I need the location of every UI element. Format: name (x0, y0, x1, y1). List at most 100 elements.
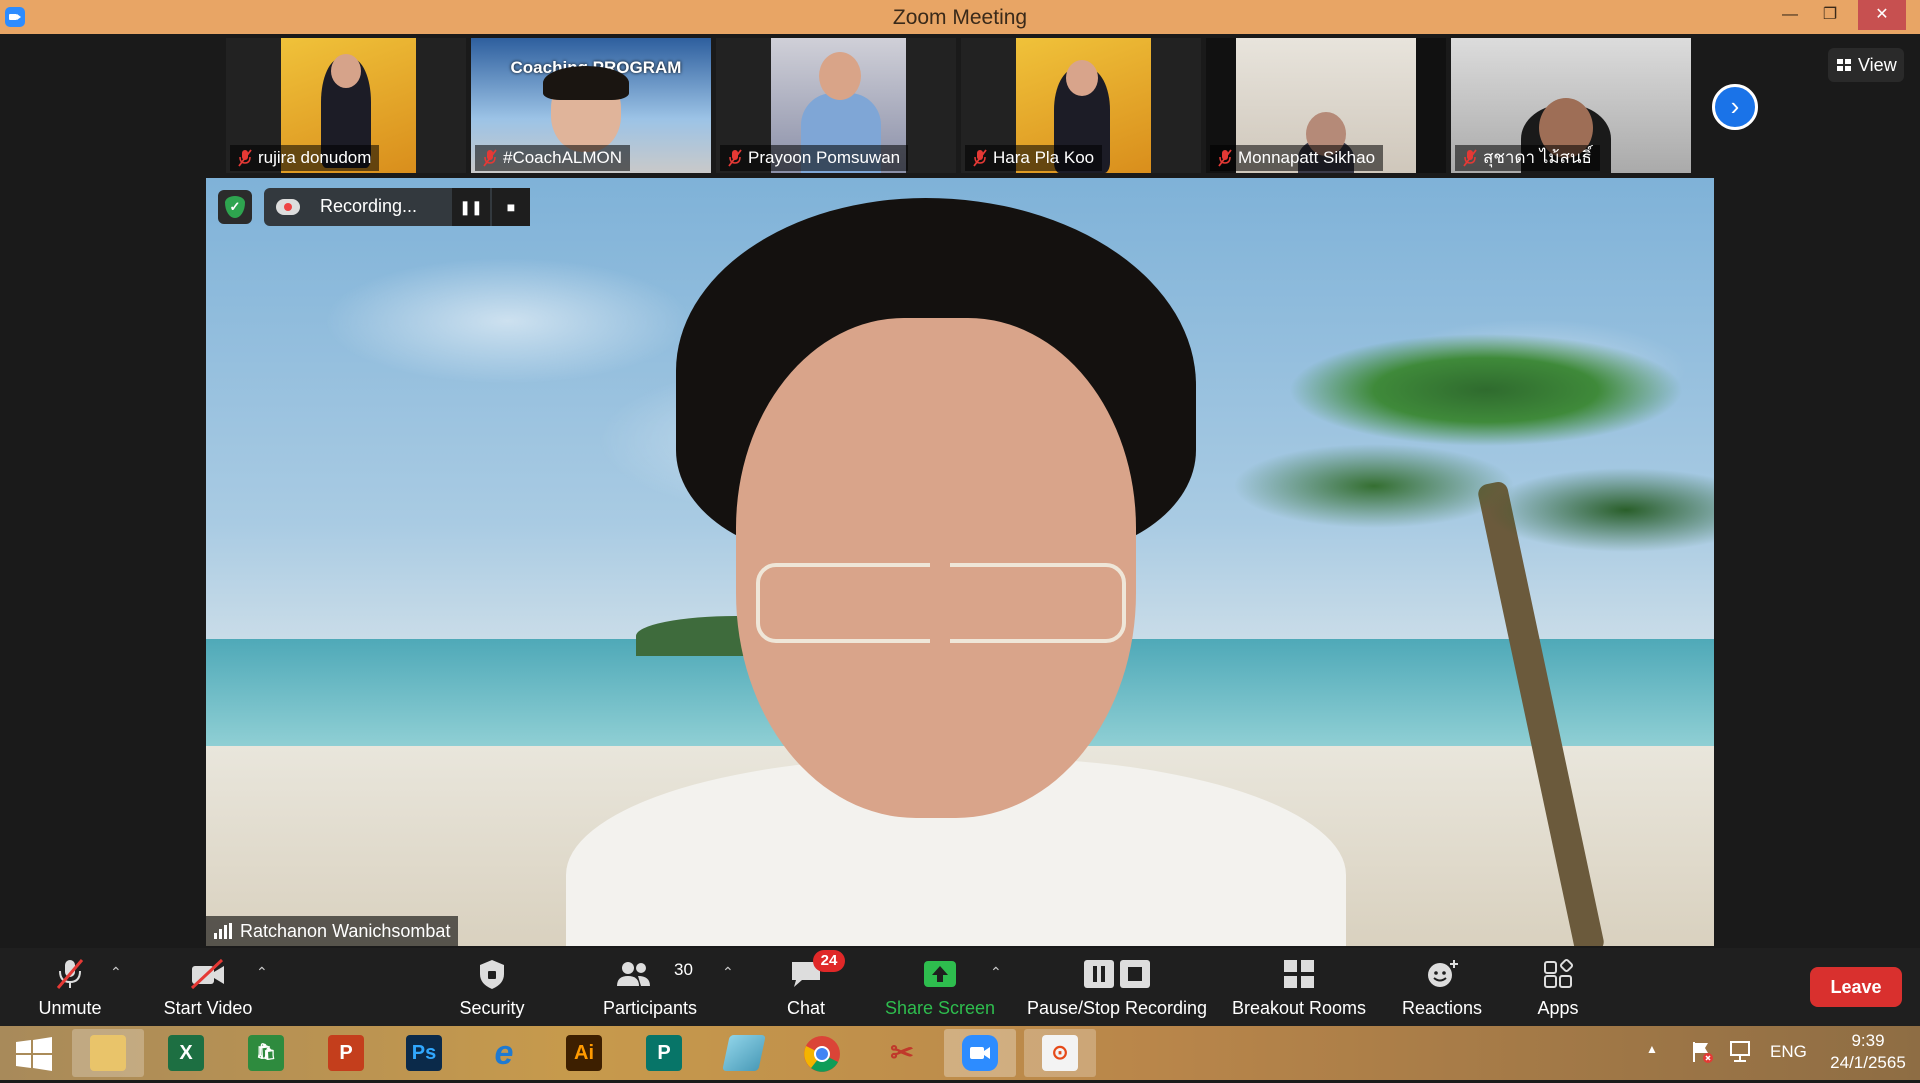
show-hidden-icons-button[interactable]: ▲ (1646, 1042, 1658, 1056)
start-button[interactable] (0, 1029, 72, 1077)
participant-name: rujira donudom (258, 148, 372, 167)
participant-tile[interactable]: สุชาดา ไม้สนธิ์ (1451, 38, 1691, 173)
speaker-name-label: Ratchanon Wanichsombat (206, 916, 459, 946)
windows-taskbar: X 🛍 P Ps e Ai P ✂ ⊙ ▲ ENG 9:39 24/1/2565 (0, 1026, 1920, 1080)
participant-name-label: rujira donudom (230, 145, 380, 171)
participant-name-label: #CoachALMON (475, 145, 631, 171)
taskbar-app-snipping-tool[interactable]: ✂ (866, 1029, 938, 1077)
encryption-badge[interactable]: ✓ (218, 190, 252, 224)
zoom-icon (962, 1035, 998, 1071)
participant-name-label: สุชาดา ไม้สนธิ์ (1455, 145, 1600, 171)
language-indicator[interactable]: ENG (1770, 1042, 1807, 1062)
taskbar-app-chrome[interactable] (786, 1029, 858, 1077)
stop-recording-button[interactable]: ■ (492, 188, 530, 226)
office-icon: ⊙ (1042, 1035, 1078, 1071)
taskbar-app-photoshop[interactable]: Ps (388, 1029, 460, 1077)
share-screen-icon (924, 961, 956, 987)
taskbar-app-store[interactable]: 🛍 (230, 1029, 302, 1077)
active-speaker-video: ✓ Recording... ❚❚ ■ Ratchanon Wanichsomb… (206, 178, 1714, 946)
security-label: Security (459, 998, 525, 1018)
restore-button[interactable]: ❐ (1810, 0, 1850, 30)
participants-options-caret[interactable]: ⌃ (722, 964, 734, 981)
share-screen-label: Share Screen (884, 998, 996, 1018)
view-button[interactable]: View (1828, 48, 1904, 82)
internet-explorer-icon: e (494, 1034, 514, 1072)
participant-tile[interactable]: Hara Pla Koo (961, 38, 1201, 173)
security-button[interactable]: Security (442, 948, 542, 1026)
participant-name-label: Monnapatt Sikhao (1210, 145, 1384, 171)
clock-date: 24/1/2565 (1830, 1053, 1906, 1072)
meeting-stage: rujira donudom Coaching PROGRAM #CoachAL… (0, 34, 1920, 948)
mic-off-icon (1218, 149, 1232, 167)
apps-icon (1544, 958, 1574, 988)
powerpoint-icon: P (328, 1035, 364, 1071)
next-page-arrow-button[interactable]: › (1712, 84, 1758, 130)
excel-icon: X (168, 1035, 204, 1071)
participants-label: Participants (602, 998, 698, 1018)
leave-button[interactable]: Leave (1810, 967, 1902, 1007)
unmute-label: Unmute (38, 998, 102, 1018)
pause-stop-recording-button[interactable]: Pause/Stop Recording (1020, 948, 1214, 1026)
background-palm-leaves (1206, 198, 1714, 678)
start-video-label: Start Video (163, 998, 253, 1018)
clock-time: 9:39 (1851, 1031, 1885, 1050)
participant-tile[interactable]: Monnapatt Sikhao (1206, 38, 1446, 173)
chrome-icon (804, 1036, 840, 1072)
system-clock[interactable]: 9:39 24/1/2565 (1818, 1030, 1918, 1074)
folder-icon (90, 1035, 126, 1071)
audio-options-caret[interactable]: ⌃ (110, 964, 122, 981)
file-explorer-button[interactable] (72, 1029, 144, 1077)
windows-logo-icon (16, 1037, 52, 1071)
reactions-label: Reactions (1401, 998, 1483, 1018)
share-options-caret[interactable]: ⌃ (990, 964, 1002, 981)
minimize-button[interactable]: — (1770, 0, 1810, 30)
unmute-button[interactable]: Unmute (20, 948, 120, 1026)
tablet-app-icon (722, 1035, 766, 1071)
participant-name: Hara Pla Koo (993, 148, 1095, 167)
participants-icon (616, 962, 650, 986)
taskbar-app-illustrator[interactable]: Ai (548, 1029, 620, 1077)
apps-button[interactable]: Apps (1520, 948, 1596, 1026)
pause-stop-icon (1084, 960, 1150, 988)
meeting-toolbar: Unmute ⌃ Start Video ⌃ Security Particip… (0, 948, 1920, 1026)
participant-tile[interactable]: rujira donudom (226, 38, 466, 173)
participant-name: สุชาดา ไม้สนธิ์ (1483, 148, 1592, 167)
illustrator-icon: Ai (566, 1035, 602, 1071)
video-options-caret[interactable]: ⌃ (256, 964, 268, 981)
share-screen-button[interactable]: Share Screen (878, 948, 1002, 1026)
taskbar-app-publisher[interactable]: P (628, 1029, 700, 1077)
taskbar-app-office[interactable]: ⊙ (1024, 1029, 1096, 1077)
chat-label: Chat (786, 998, 826, 1018)
reactions-button[interactable]: Reactions (1392, 948, 1492, 1026)
mic-muted-icon (56, 959, 84, 989)
view-label: View (1858, 55, 1897, 75)
participant-tile[interactable]: Coaching PROGRAM #CoachALMON (471, 38, 711, 173)
taskbar-app-zoom[interactable] (944, 1029, 1016, 1077)
breakout-rooms-button[interactable]: Breakout Rooms (1226, 948, 1372, 1026)
taskbar-app-excel[interactable]: X (150, 1029, 222, 1077)
chat-unread-badge: 24 (813, 950, 845, 972)
recording-status: Recording... (320, 196, 418, 216)
taskbar-app-tablet[interactable] (708, 1029, 780, 1077)
participant-tile[interactable]: Prayoon Pomsuwan (716, 38, 956, 173)
start-video-button[interactable]: Start Video (150, 948, 266, 1026)
mic-off-icon (238, 149, 252, 167)
participant-name: Monnapatt Sikhao (1238, 148, 1376, 167)
pause-recording-button[interactable]: ❚❚ (452, 188, 490, 226)
apps-label: Apps (1537, 998, 1579, 1018)
mic-off-icon (1463, 149, 1477, 167)
scissors-icon: ✂ (890, 1037, 914, 1068)
close-button[interactable]: ✕ (1858, 0, 1906, 30)
action-center-flag-icon[interactable] (1690, 1040, 1714, 1064)
title-bar: Zoom Meeting — ❐ ✕ (0, 0, 1920, 34)
speaker-name: Ratchanon Wanichsombat (240, 921, 451, 941)
taskbar-app-powerpoint[interactable]: P (310, 1029, 382, 1077)
speaker-glasses (756, 563, 1126, 643)
network-icon[interactable] (1728, 1040, 1754, 1064)
taskbar-app-internet-explorer[interactable]: e (468, 1029, 540, 1077)
publisher-icon: P (646, 1035, 682, 1071)
breakout-rooms-label: Breakout Rooms (1231, 998, 1367, 1018)
pause-stop-recording-label: Pause/Stop Recording (1026, 998, 1208, 1018)
speaker-person (566, 198, 1346, 946)
participant-name: Prayoon Pomsuwan (748, 148, 901, 167)
